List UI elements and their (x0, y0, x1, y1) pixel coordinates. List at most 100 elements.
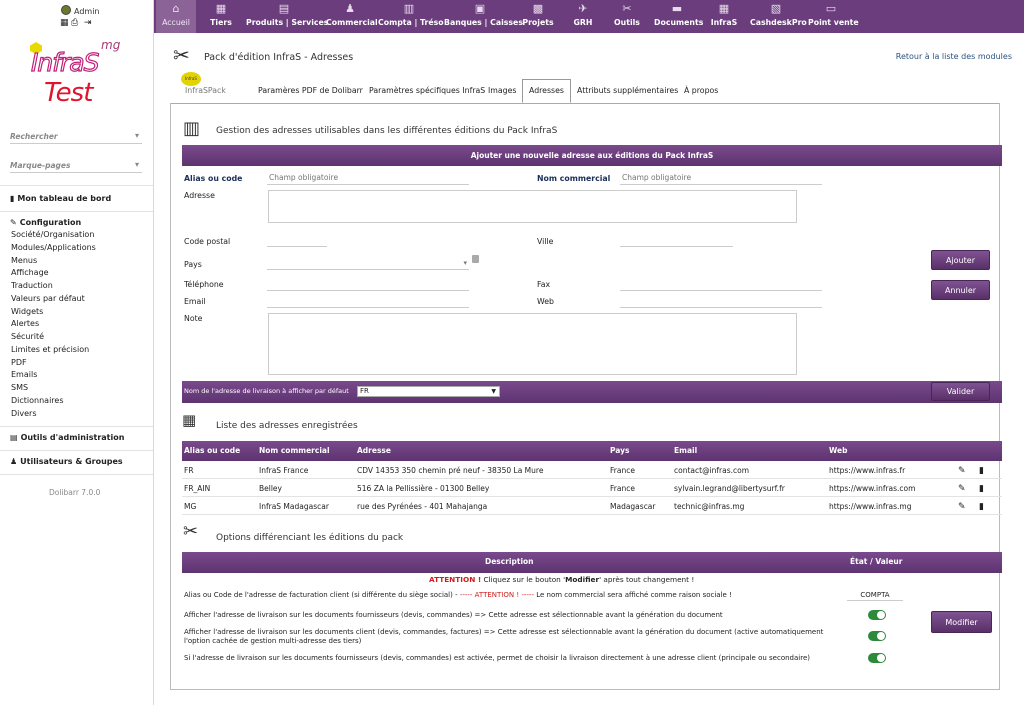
cell-email: contact@infras.com (674, 466, 750, 475)
nav-cashdeskpro[interactable]: ▧ CashdeskPro (750, 0, 807, 33)
sidebar-link-alertes[interactable]: Alertes (11, 319, 39, 328)
nom-commercial-input[interactable] (620, 171, 822, 185)
modifier-button[interactable]: Modifier (931, 611, 992, 633)
tab-pdf-dolibarr[interactable]: Paramères PDF de Dolibarr (258, 79, 363, 103)
option-3-text: Afficher l'adresse de livraison sur les … (184, 628, 824, 645)
livraison-select[interactable]: FR ▼ (357, 386, 500, 397)
tab-infraspack[interactable]: InfraS InfraSPack (181, 72, 226, 103)
attention-notice: ATTENTION ! Cliquez sur le bouton 'Modif… (429, 575, 694, 584)
email-input[interactable] (267, 294, 469, 308)
bookmarks-select[interactable]: Marque-pages ▾ (10, 159, 142, 173)
print-icon[interactable]: ⎙ (71, 18, 78, 28)
option-1-value[interactable]: COMPTA (847, 591, 903, 601)
nav-projets[interactable]: ▩ Projets (520, 0, 556, 33)
option-2-toggle[interactable] (868, 610, 886, 620)
chevron-down-icon: ▾ (134, 131, 139, 140)
page-title: Pack d'édition InfraS - Adresses (204, 52, 354, 63)
livraison-label: Nom de l'adresse de livraison à afficher… (184, 387, 349, 395)
trash-icon[interactable]: ▮ (979, 484, 984, 494)
sidebar-link-pdf[interactable]: PDF (11, 358, 27, 367)
ville-input[interactable] (620, 233, 733, 247)
accounting-icon: ▥ (403, 2, 415, 15)
sidebar-link-emails[interactable]: Emails (11, 370, 37, 379)
sidebar-link-widgets[interactable]: Widgets (11, 307, 43, 316)
valider-button[interactable]: Valider (931, 382, 990, 401)
ajouter-button[interactable]: Ajouter (931, 250, 990, 270)
sidebar-link-divers[interactable]: Divers (11, 409, 37, 418)
tab-a-propos[interactable]: À propos (684, 79, 718, 103)
tab-infraspack-label: InfraSPack (185, 86, 226, 95)
web-input[interactable] (620, 294, 822, 308)
trash-icon[interactable]: ▮ (979, 466, 984, 476)
sidebar-link-sms[interactable]: SMS (11, 383, 28, 392)
sidebar-item-admin-tools-label: Outils d'administration (20, 433, 125, 442)
sidebar-link-securite[interactable]: Sécurité (11, 332, 44, 341)
cell-email: technic@infras.mg (674, 502, 745, 511)
nav-outils[interactable]: ✂ Outils (612, 0, 642, 33)
nav-point-vente[interactable]: ▭ Point vente (808, 0, 859, 33)
sidebar-item-users[interactable]: ♟ Utilisateurs & Groupes (10, 457, 123, 466)
bank-icon: ▣ (474, 2, 486, 15)
search-select[interactable]: Rechercher ▾ (10, 130, 142, 144)
option-1-a: Alias ou Code de l'adresse de facturatio… (184, 591, 460, 599)
left-sidebar: Admin ▦ ⎙ ⇥ mg InfraS Test Rechercher ▾ … (0, 0, 154, 705)
divider (0, 450, 153, 451)
nav-banques-label: Banques | Caisses (444, 18, 523, 27)
sidebar-link-traduction[interactable]: Traduction (11, 281, 53, 290)
adresse-textarea[interactable] (268, 190, 797, 223)
tab-attributs[interactable]: Attributs supplémentaires (577, 79, 678, 103)
sidebar-item-dashboard[interactable]: ▮ Mon tableau de bord (10, 194, 111, 203)
option-4-text: Si l'adresse de livraison sur les docume… (184, 654, 810, 662)
sidebar-link-affichage[interactable]: Affichage (11, 268, 49, 277)
nav-grh[interactable]: ✈ GRH (568, 0, 598, 33)
calculator-icon[interactable]: ▦ (60, 18, 69, 28)
logo-infras: InfraS (30, 47, 100, 77)
nav-infras[interactable]: ▦ InfraS (710, 0, 738, 33)
tab-adresses[interactable]: Adresses (522, 79, 571, 103)
fax-input[interactable] (620, 277, 822, 291)
sidebar-link-menus[interactable]: Menus (11, 256, 37, 265)
sidebar-link-valeurs[interactable]: Valeurs par défaut (11, 294, 85, 303)
alias-input[interactable] (267, 171, 469, 185)
sidebar-link-dictionnaires[interactable]: Dictionnaires (11, 396, 64, 405)
code-postal-input[interactable] (267, 233, 327, 247)
edit-icon[interactable]: ✎ (958, 466, 966, 476)
option-4-toggle[interactable] (868, 653, 886, 663)
col-adresse: Adresse (357, 446, 391, 455)
nav-commercial[interactable]: ♟ Commercial (326, 0, 378, 33)
back-to-modules-link[interactable]: Retour à la liste des modules (896, 52, 1012, 61)
option-2-text: Afficher l'adresse de livraison sur les … (184, 611, 723, 619)
option-3-toggle[interactable] (868, 631, 886, 641)
tab-images[interactable]: Images (488, 79, 516, 103)
cell-alias: FR (184, 466, 194, 475)
user-avatar[interactable] (61, 5, 71, 15)
nav-banques[interactable]: ▣ Banques | Caisses (444, 0, 523, 33)
company-logo[interactable]: mg InfraS Test (28, 38, 128, 108)
option-1-c: Le nom commercial sera affiché comme rai… (534, 591, 732, 599)
help-icon[interactable] (472, 255, 479, 263)
sidebar-item-configuration[interactable]: ✎ Configuration (10, 218, 81, 227)
attention-bold: Modifier (565, 575, 600, 584)
logout-icon[interactable]: ⇥ (84, 18, 92, 28)
email-label: Email (184, 297, 206, 306)
edit-icon[interactable]: ✎ (958, 484, 966, 494)
sidebar-link-societe[interactable]: Société/Organisation (11, 230, 94, 239)
nav-grh-label: GRH (573, 18, 593, 27)
sidebar-item-admin-tools[interactable]: ▤ Outils d'administration (10, 433, 124, 442)
user-name[interactable]: Admin (74, 7, 100, 16)
trash-icon[interactable]: ▮ (979, 502, 984, 512)
nav-produits[interactable]: ▤ Produits | Services (246, 0, 328, 33)
pays-select[interactable]: ▾ (267, 256, 469, 270)
nav-tiers[interactable]: ▦ Tiers (202, 0, 240, 33)
nav-tiers-label: Tiers (210, 18, 232, 27)
annuler-button[interactable]: Annuler (931, 280, 990, 300)
tab-parametres-infras[interactable]: Paramètres spécifiques InfraS (369, 79, 485, 103)
nav-accueil[interactable]: ⌂ Accueil (156, 0, 196, 33)
sidebar-link-modules[interactable]: Modules/Applications (11, 243, 96, 252)
note-textarea[interactable] (268, 313, 797, 375)
nav-documents[interactable]: ▬ Documents (654, 0, 703, 33)
telephone-input[interactable] (267, 277, 469, 291)
sidebar-link-limites[interactable]: Limites et précision (11, 345, 89, 354)
nav-compta[interactable]: ▥ Compta | Tréso (378, 0, 444, 33)
edit-icon[interactable]: ✎ (958, 502, 966, 512)
